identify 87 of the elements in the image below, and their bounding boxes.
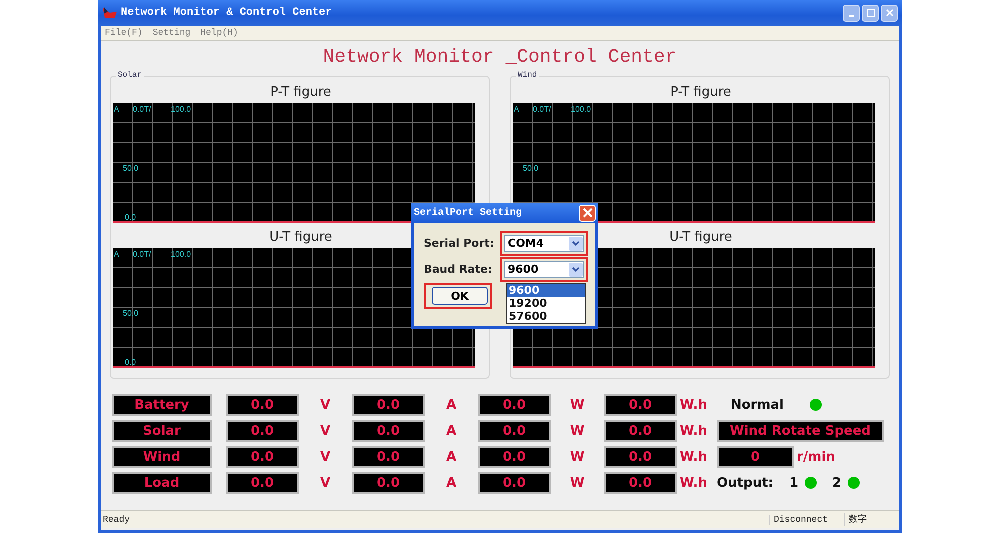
unit-label: W.h <box>680 398 708 412</box>
axis-label: 100.0 <box>171 105 192 114</box>
axis-label: A <box>114 250 120 259</box>
minimize-button[interactable] <box>843 4 860 22</box>
unit-label: A <box>446 450 457 464</box>
status-text: Disconnect <box>769 514 844 524</box>
menu-item[interactable]: Help(H) <box>200 28 238 38</box>
chevron-down-icon <box>569 236 583 250</box>
power-display: 0.0 <box>478 394 551 416</box>
menu-item[interactable]: File(F) <box>105 28 143 38</box>
current-display: 0.0 <box>352 420 425 442</box>
unit-label: W.h <box>680 424 708 438</box>
unit-label: r/min <box>797 450 836 464</box>
axis-label: A <box>114 105 120 114</box>
energy-display: 0.0 <box>604 446 677 468</box>
power-display: 0.0 <box>478 420 551 442</box>
unit-label: V <box>320 476 331 490</box>
meter-label: Battery <box>112 394 212 416</box>
unit-label: A <box>446 424 457 438</box>
field-label: Serial Port: <box>424 237 496 250</box>
axis-label: 100.0 <box>171 250 192 259</box>
unit-label: W <box>570 450 585 464</box>
close-icon <box>886 9 894 17</box>
voltage-display: 0.0 <box>226 446 299 468</box>
meter-label: Wind <box>112 446 212 468</box>
axis-label: 0.0T/ <box>133 105 152 114</box>
axis-label: 100.0 <box>571 105 592 114</box>
axis-label: 0.0T/ <box>533 105 552 114</box>
plot-title: U-T figure <box>270 230 332 245</box>
unit-label: A <box>446 476 457 490</box>
status-label: Normal <box>731 398 784 412</box>
axis-label: 0.0 <box>125 358 136 367</box>
voltage-display: 0.0 <box>226 394 299 416</box>
meter-label: Load <box>112 472 212 494</box>
dropdown-option[interactable]: 19200 <box>507 297 585 310</box>
unit-label: W.h <box>680 450 708 464</box>
maximize-button[interactable] <box>862 4 879 22</box>
close-button[interactable] <box>881 4 898 22</box>
unit-label: W <box>570 424 585 438</box>
wind-speed-display: 0 <box>717 446 794 468</box>
app-heading: Network Monitor _Control Center <box>322 45 678 70</box>
close-icon <box>582 208 592 218</box>
voltage-display: 0.0 <box>226 472 299 494</box>
current-display: 0.0 <box>352 446 425 468</box>
ok-button[interactable]: OK <box>432 287 488 305</box>
dropdown-option[interactable]: 9600 <box>507 284 585 297</box>
unit-label: V <box>320 450 331 464</box>
unit-label: W <box>570 398 585 412</box>
unit-label: V <box>320 398 331 412</box>
power-display: 0.0 <box>478 472 551 494</box>
wind-speed-label: Wind Rotate Speed <box>717 420 884 442</box>
axis-label: 50.0 <box>523 164 539 173</box>
energy-display: 0.0 <box>604 394 677 416</box>
app-icon <box>102 6 118 20</box>
power-display: 0.0 <box>478 446 551 468</box>
unit-label: A <box>446 398 457 412</box>
status-text: Ready <box>102 514 132 524</box>
unit-label: W <box>570 476 585 490</box>
energy-display: 0.0 <box>604 420 677 442</box>
axis-label: 0.0T/ <box>133 250 152 259</box>
axis-label: 50.0 <box>123 309 139 318</box>
dropdown-field[interactable]: 9600 <box>504 261 584 278</box>
meter-label: Solar <box>112 420 212 442</box>
plot-title: U-T figure <box>670 230 732 245</box>
field-label: Baud Rate: <box>424 263 494 276</box>
axis-label: A <box>514 105 520 114</box>
voltage-display: 0.0 <box>226 420 299 442</box>
plot-title: P-T figure <box>670 85 732 100</box>
dropdown-option[interactable]: 57600 <box>507 310 585 323</box>
maximize-icon <box>866 9 874 17</box>
output-number: 2 <box>832 476 842 490</box>
unit-label: V <box>320 424 331 438</box>
plot-title: P-T figure <box>270 85 332 100</box>
unit-label: W.h <box>680 476 708 490</box>
output-number: 1 <box>790 476 799 490</box>
current-display: 0.0 <box>352 394 425 416</box>
menu-item[interactable]: Setting <box>152 28 191 38</box>
window-title: Network Monitor & Control Center <box>121 7 334 19</box>
energy-display: 0.0 <box>604 472 677 494</box>
current-display: 0.0 <box>352 472 425 494</box>
status-text: 数字 <box>844 513 899 526</box>
dialog-title: SerialPort Setting <box>414 208 522 218</box>
axis-label: 50.0 <box>123 164 139 173</box>
axis-label: 0.0 <box>125 213 136 222</box>
output-label: Output: <box>717 476 774 490</box>
chevron-down-icon <box>569 262 583 276</box>
dropdown-field[interactable]: COM4 <box>504 235 584 252</box>
